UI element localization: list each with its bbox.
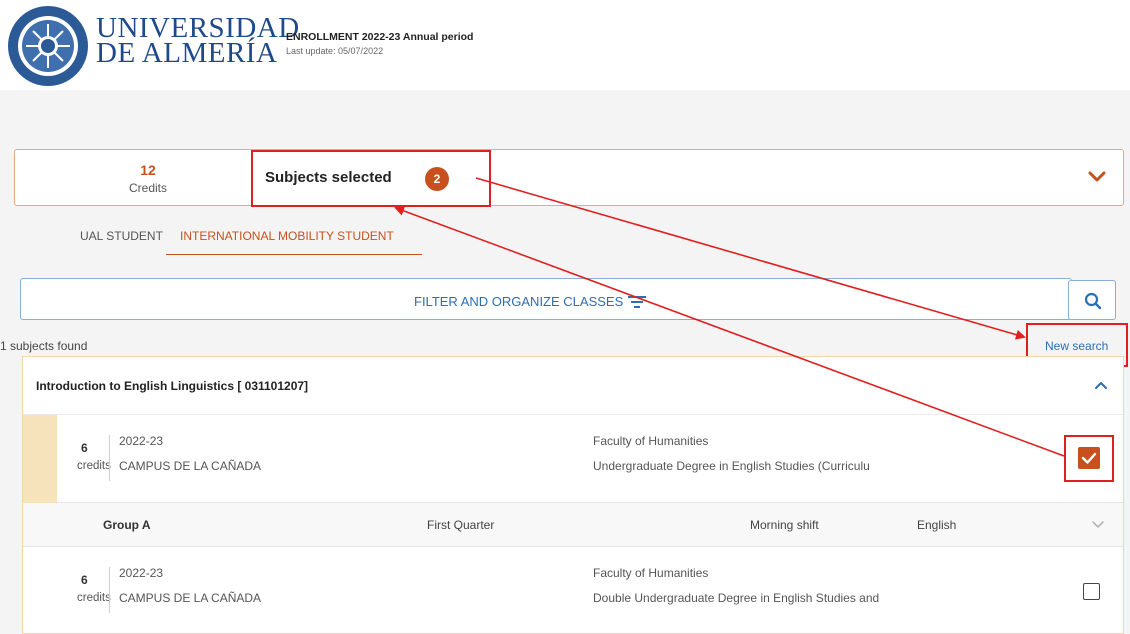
subject-title: Introduction to English Linguistics [ 03… bbox=[36, 379, 309, 393]
offer-year: 2022-23 bbox=[119, 434, 164, 448]
last-update: Last update: 05/07/2022 bbox=[286, 46, 384, 56]
subject-offer-row: 6 credits 2022-23 CAMPUS DE LA CAÑADA Fa… bbox=[23, 547, 1123, 633]
filter-icon bbox=[628, 296, 646, 308]
chevron-up-icon[interactable] bbox=[1093, 377, 1109, 393]
main-content: 12 Credits Subjects selected 2 UAL STUDE… bbox=[0, 90, 1130, 634]
search-button[interactable] bbox=[1068, 280, 1116, 320]
enrollment-title: ENROLLMENT 2022-23 Annual period bbox=[286, 31, 474, 43]
offer-faculty: Faculty of Humanities bbox=[593, 566, 709, 580]
credits-label: Credits bbox=[128, 181, 167, 195]
university-name-line2: DE ALMERÍA bbox=[96, 37, 278, 69]
page-header: UNIVERSIDAD DE ALMERÍA ENROLLMENT 2022-2… bbox=[0, 0, 1130, 90]
group-period: First Quarter bbox=[427, 518, 495, 532]
chevron-down-icon[interactable] bbox=[1085, 165, 1109, 189]
active-tab-indicator bbox=[166, 254, 422, 255]
offer-faculty: Faculty of Humanities bbox=[593, 434, 709, 448]
offer-degree: Double Undergraduate Degree in English S… bbox=[593, 591, 880, 605]
annotation-box-subjects bbox=[251, 150, 491, 207]
subject-card-header[interactable]: Introduction to English Linguistics [ 03… bbox=[23, 357, 1123, 415]
group-language: English bbox=[917, 518, 957, 532]
offer-degree: Undergraduate Degree in English Studies … bbox=[593, 459, 870, 473]
selection-summary-bar[interactable]: 12 Credits Subjects selected 2 bbox=[14, 149, 1124, 207]
credits-divider bbox=[109, 435, 110, 481]
offer-campus: CAMPUS DE LA CAÑADA bbox=[119, 591, 262, 605]
group-row[interactable]: Group A First Quarter Morning shift Engl… bbox=[23, 503, 1123, 547]
subject-offer-row: 6 credits 2022-23 CAMPUS DE LA CAÑADA Fa… bbox=[23, 415, 1123, 547]
university-name: UNIVERSIDAD DE ALMERÍA bbox=[96, 14, 300, 69]
offer-year: 2022-23 bbox=[119, 566, 164, 580]
group-name: Group A bbox=[103, 518, 151, 532]
offer-campus: CAMPUS DE LA CAÑADA bbox=[119, 459, 262, 473]
chevron-down-icon[interactable] bbox=[1091, 517, 1105, 531]
results-count: 1 subjects found bbox=[0, 339, 88, 353]
offer-select-checkbox[interactable] bbox=[1083, 583, 1100, 600]
tab-ual-student[interactable]: UAL STUDENT bbox=[80, 229, 163, 243]
offer-credits-value: 6 bbox=[81, 573, 88, 587]
university-seal-logo bbox=[8, 6, 88, 86]
tab-international-mobility[interactable]: INTERNATIONAL MOBILITY STUDENT bbox=[180, 229, 394, 243]
credits-total: 12 bbox=[140, 162, 156, 178]
search-icon bbox=[1084, 292, 1102, 310]
group-shift: Morning shift bbox=[750, 518, 819, 532]
annotation-box-checkbox bbox=[1064, 435, 1114, 482]
subject-card: Introduction to English Linguistics [ 03… bbox=[22, 356, 1124, 634]
offer-credits-value: 6 bbox=[81, 441, 88, 455]
filter-label: FILTER AND ORGANIZE CLASSES bbox=[414, 294, 624, 309]
credits-divider bbox=[109, 567, 110, 613]
offer-credits-label: credits bbox=[77, 592, 111, 604]
offer-credits-label: credits bbox=[77, 460, 111, 472]
